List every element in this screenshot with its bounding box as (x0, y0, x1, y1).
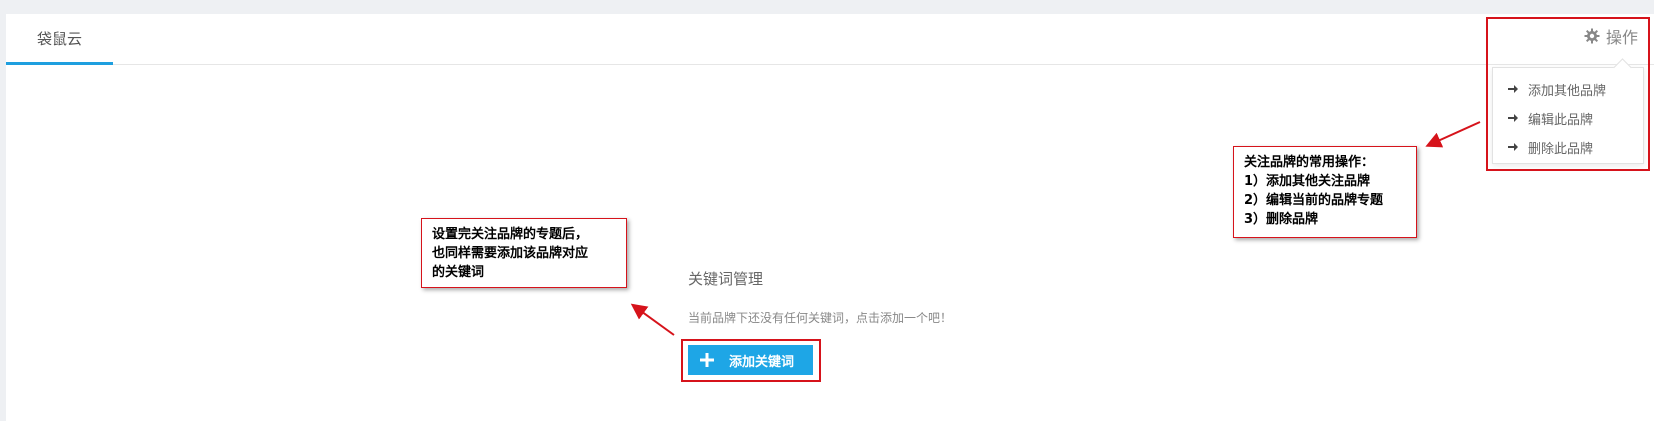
callout-line: 2）编辑当前的品牌专题 (1244, 193, 1384, 208)
callout-line: 关注品牌的常用操作： (1244, 155, 1375, 170)
callout-line: 3）删除品牌 (1244, 212, 1319, 227)
callout-line: 设置完关注品牌的专题后， (432, 227, 589, 242)
tab-bar: 袋鼠云 (6, 14, 1654, 65)
callout-operations-hint: 关注品牌的常用操作： 1）添加其他关注品牌 2）编辑当前的品牌专题 3）删除品牌 (1233, 146, 1417, 238)
callout-line: 的关键词 (432, 265, 485, 280)
tab-daishuyun[interactable]: 袋鼠云 (6, 14, 113, 65)
add-keyword-button[interactable]: 添加关键词 (688, 345, 813, 375)
keyword-empty-text: 当前品牌下还没有任何关键词，点击添加一个吧！ (688, 311, 953, 325)
callout-line: 也同样需要添加该品牌对应 (432, 246, 589, 261)
plus-icon (700, 353, 714, 367)
highlight-operations (1486, 17, 1650, 171)
keyword-section-title: 关键词管理 (688, 270, 764, 288)
callout-keyword-hint: 设置完关注品牌的专题后， 也同样需要添加该品牌对应 的关键词 (421, 218, 627, 288)
callout-line: 1）添加其他关注品牌 (1244, 174, 1371, 189)
add-keyword-label: 添加关键词 (729, 354, 795, 370)
